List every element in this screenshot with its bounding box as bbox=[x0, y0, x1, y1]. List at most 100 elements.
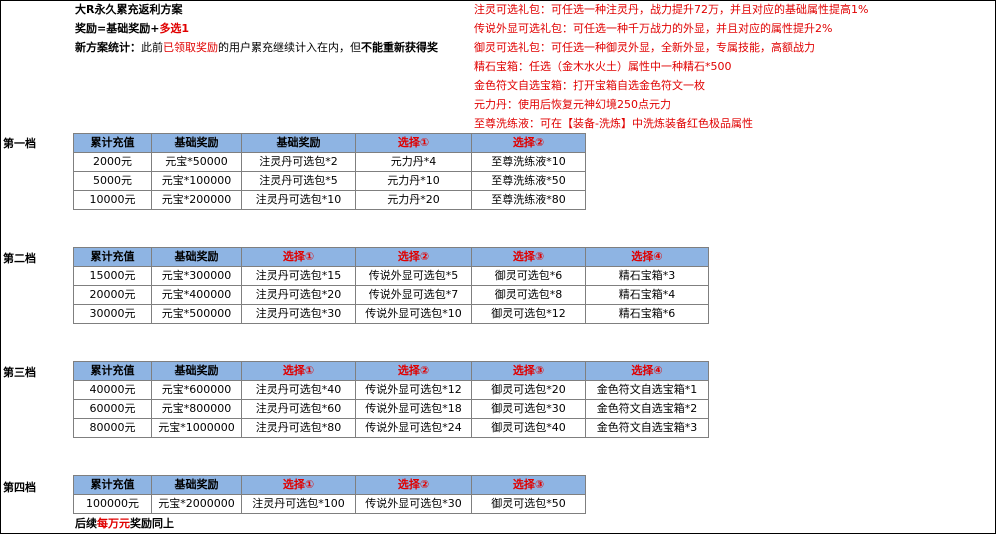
table-cell: 注灵丹可选包*80 bbox=[241, 418, 356, 438]
tier-4-table: 累计充值 基础奖励 选择① 选择② 选择③ 100000元 元宝*2000000… bbox=[73, 475, 586, 514]
stat-red: 已领取奖励 bbox=[163, 41, 218, 54]
col-header: 选择④ bbox=[585, 247, 709, 267]
table-row: 20000元 元宝*400000 注灵丹可选包*20 传说外显可选包*7 御灵可… bbox=[73, 285, 709, 305]
footer-red: 每万元 bbox=[97, 517, 130, 530]
table-cell: 传说外显可选包*18 bbox=[355, 399, 472, 419]
col-header: 选择② bbox=[355, 361, 472, 381]
table-row: 60000元 元宝*800000 注灵丹可选包*60 传说外显可选包*18 御灵… bbox=[73, 399, 709, 419]
col-header: 累计充值 bbox=[73, 133, 152, 153]
col-header: 选择③ bbox=[471, 361, 586, 381]
table-cell: 注灵丹可选包*30 bbox=[241, 304, 356, 324]
table-cell: 金色符文自选宝箱*2 bbox=[585, 399, 709, 419]
table-row: 10000元 元宝*200000 注灵丹可选包*10 元力丹*20 至尊洗练液*… bbox=[73, 190, 586, 210]
col-header: 基础奖励 bbox=[151, 475, 242, 495]
table-cell: 传说外显可选包*10 bbox=[355, 304, 472, 324]
note-item: 传说外显可选礼包：可任选一种千万战力的外显，并且对应的属性提升2% bbox=[474, 22, 833, 35]
table-cell: 注灵丹可选包*5 bbox=[241, 171, 356, 191]
notes-list: 注灵可选礼包：可任选一种注灵丹，战力提升72万，并且对应的基础属性提高1% 传说… bbox=[474, 0, 868, 133]
table-cell: 精石宝箱*4 bbox=[585, 285, 709, 305]
reward-formula-prefix: 奖励=基础奖励+ bbox=[75, 22, 160, 35]
table-cell: 传说外显可选包*24 bbox=[355, 418, 472, 438]
note-item: 至尊洗练液：可在【装备-洗炼】中洗炼装备红色极品属性 bbox=[474, 117, 753, 130]
table-cell: 注灵丹可选包*10 bbox=[241, 190, 356, 210]
table-row: 80000元 元宝*1000000 注灵丹可选包*80 传说外显可选包*24 御… bbox=[73, 418, 709, 438]
tier-label: 第四档 bbox=[3, 481, 36, 494]
table-cell: 注灵丹可选包*2 bbox=[241, 152, 356, 172]
table-cell: 御灵可选包*6 bbox=[471, 266, 586, 286]
table-cell: 2000元 bbox=[73, 152, 152, 172]
table-cell: 御灵可选包*40 bbox=[471, 418, 586, 438]
table-row: 15000元 元宝*300000 注灵丹可选包*15 传说外显可选包*5 御灵可… bbox=[73, 266, 709, 286]
col-header: 累计充值 bbox=[73, 475, 152, 495]
footer-note: 后续每万元奖励同上 bbox=[75, 515, 174, 531]
table-cell: 至尊洗练液*10 bbox=[471, 152, 586, 172]
table-cell: 元宝*50000 bbox=[151, 152, 242, 172]
table-header-row: 累计充值 基础奖励 选择① 选择② 选择③ bbox=[73, 475, 586, 495]
stat-line: 新方案统计：此前已领取奖励的用户累充继续计入在内，但不能重新获得奖 bbox=[75, 38, 438, 57]
table-cell: 精石宝箱*6 bbox=[585, 304, 709, 324]
page-title: 大R永久累充返利方案 bbox=[75, 3, 183, 16]
table-cell: 10000元 bbox=[73, 190, 152, 210]
table-cell: 注灵丹可选包*60 bbox=[241, 399, 356, 419]
note-item: 元力丹：使用后恢复元神幻境250点元力 bbox=[474, 98, 671, 111]
col-header: 基础奖励 bbox=[241, 133, 356, 153]
table-cell: 元力丹*20 bbox=[355, 190, 472, 210]
table-cell: 元宝*600000 bbox=[151, 380, 242, 400]
col-header: 基础奖励 bbox=[151, 361, 242, 381]
table-header-row: 累计充值 基础奖励 选择① 选择② 选择③ 选择④ bbox=[73, 361, 709, 381]
table-cell: 金色符文自选宝箱*1 bbox=[585, 380, 709, 400]
footer-suffix: 奖励同上 bbox=[130, 517, 174, 530]
col-header: 选择② bbox=[355, 247, 472, 267]
col-header: 选择① bbox=[241, 475, 356, 495]
table-cell: 30000元 bbox=[73, 304, 152, 324]
table-cell: 注灵丹可选包*20 bbox=[241, 285, 356, 305]
table-cell: 金色符文自选宝箱*3 bbox=[585, 418, 709, 438]
stat-text2: 的用户累充继续计入在内，但 bbox=[218, 41, 361, 54]
table-cell: 御灵可选包*8 bbox=[471, 285, 586, 305]
table-cell: 至尊洗练液*80 bbox=[471, 190, 586, 210]
table-cell: 精石宝箱*3 bbox=[585, 266, 709, 286]
table-cell: 御灵可选包*20 bbox=[471, 380, 586, 400]
table-cell: 元宝*200000 bbox=[151, 190, 242, 210]
table-row: 2000元 元宝*50000 注灵丹可选包*2 元力丹*4 至尊洗练液*10 bbox=[73, 152, 586, 172]
tier-1-table: 累计充值 基础奖励 基础奖励 选择① 选择② 2000元 元宝*50000 注灵… bbox=[73, 133, 586, 210]
stat-bold: 不能重新获得奖 bbox=[361, 41, 438, 54]
table-cell: 注灵丹可选包*15 bbox=[241, 266, 356, 286]
col-header: 累计充值 bbox=[73, 361, 152, 381]
reward-formula-red: 多选1 bbox=[159, 22, 190, 35]
col-header: 基础奖励 bbox=[151, 247, 242, 267]
table-cell: 御灵可选包*50 bbox=[471, 494, 586, 514]
stat-label: 新方案统计： bbox=[75, 41, 141, 54]
reward-formula: 奖励=基础奖励+多选1 bbox=[75, 19, 189, 38]
tier-3-table: 累计充值 基础奖励 选择① 选择② 选择③ 选择④ 40000元 元宝*6000… bbox=[73, 361, 709, 438]
tier-label: 第三档 bbox=[3, 366, 36, 379]
table-cell: 60000元 bbox=[73, 399, 152, 419]
table-cell: 御灵可选包*30 bbox=[471, 399, 586, 419]
table-cell: 元宝*800000 bbox=[151, 399, 242, 419]
tier-label: 第一档 bbox=[3, 137, 36, 150]
table-cell: 至尊洗练液*50 bbox=[471, 171, 586, 191]
col-header: 选择① bbox=[355, 133, 472, 153]
table-cell: 元力丹*10 bbox=[355, 171, 472, 191]
table-cell: 100000元 bbox=[73, 494, 152, 514]
note-item: 精石宝箱：任选（金木水火土）属性中一种精石*500 bbox=[474, 60, 732, 73]
table-cell: 元宝*1000000 bbox=[151, 418, 242, 438]
table-cell: 元宝*500000 bbox=[151, 304, 242, 324]
col-header: 选择③ bbox=[471, 475, 586, 495]
col-header: 选择① bbox=[241, 247, 356, 267]
col-header: 选择③ bbox=[471, 247, 586, 267]
table-cell: 注灵丹可选包*100 bbox=[241, 494, 356, 514]
table-cell: 元宝*2000000 bbox=[151, 494, 242, 514]
table-row: 30000元 元宝*500000 注灵丹可选包*30 传说外显可选包*10 御灵… bbox=[73, 304, 709, 324]
table-cell: 20000元 bbox=[73, 285, 152, 305]
col-header: 选择② bbox=[471, 133, 586, 153]
tier-2-table: 累计充值 基础奖励 选择① 选择② 选择③ 选择④ 15000元 元宝*3000… bbox=[73, 247, 709, 324]
stat-text1: 此前 bbox=[141, 41, 163, 54]
table-cell: 御灵可选包*12 bbox=[471, 304, 586, 324]
table-cell: 15000元 bbox=[73, 266, 152, 286]
col-header: 基础奖励 bbox=[151, 133, 242, 153]
table-cell: 注灵丹可选包*40 bbox=[241, 380, 356, 400]
table-cell: 元宝*100000 bbox=[151, 171, 242, 191]
table-row: 40000元 元宝*600000 注灵丹可选包*40 传说外显可选包*12 御灵… bbox=[73, 380, 709, 400]
table-cell: 传说外显可选包*5 bbox=[355, 266, 472, 286]
